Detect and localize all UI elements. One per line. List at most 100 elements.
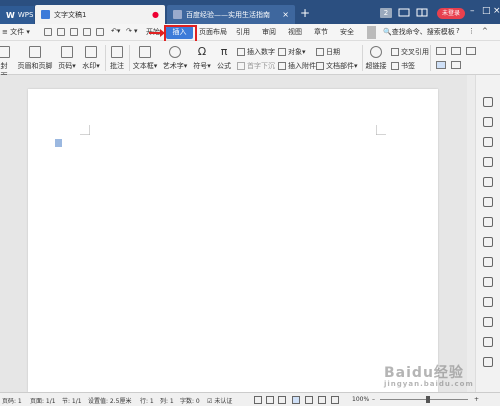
layout-option-3-icon[interactable] (466, 47, 478, 55)
pen-icon[interactable] (483, 97, 493, 107)
fullscreen-icon[interactable] (254, 396, 262, 404)
web-view-icon[interactable] (305, 396, 313, 404)
help-icon[interactable]: ? (456, 27, 460, 35)
status-wordcount[interactable]: 字数: 0 (180, 396, 200, 405)
right-sidebar (475, 75, 500, 392)
close-icon[interactable]: × (282, 10, 289, 19)
print-preview-icon[interactable] (83, 28, 91, 36)
bookmark-button[interactable]: 书签 (391, 61, 415, 71)
more-icon[interactable]: ▾ (134, 27, 138, 35)
vertical-scrollbar[interactable] (467, 75, 475, 392)
reading-mode-icon[interactable] (266, 396, 274, 404)
wordart-button[interactable]: 艺术字▾ (161, 46, 189, 71)
tab-page-layout[interactable]: 页面布局 (199, 27, 227, 37)
new-tab-icon[interactable]: + (300, 7, 310, 19)
page-view-icon[interactable] (292, 396, 300, 404)
skin-icon[interactable] (398, 8, 410, 17)
format-painter-icon[interactable] (96, 28, 104, 36)
export-icon[interactable] (57, 28, 65, 36)
document-canvas (0, 75, 466, 392)
plugin-icon[interactable] (483, 337, 493, 347)
layout-option-4-icon[interactable] (436, 61, 448, 69)
zoom-slider[interactable] (380, 399, 468, 400)
zoom-slider-thumb[interactable] (426, 396, 430, 403)
tab-review[interactable]: 审阅 (262, 27, 276, 37)
textbox-button[interactable]: 文本框▾ (131, 46, 159, 71)
layout-option-1-icon[interactable] (436, 47, 448, 55)
table-icon[interactable] (483, 177, 493, 187)
zoom-in-icon[interactable]: + (474, 396, 479, 403)
print-icon[interactable] (70, 28, 78, 36)
zoom-level[interactable]: 100% (352, 396, 369, 403)
backup-icon[interactable] (483, 317, 493, 327)
comment-button[interactable]: 批注 (108, 46, 126, 71)
doc-parts-button[interactable]: 文档部件 ▾ (316, 61, 358, 71)
document-tools-icon[interactable] (483, 197, 493, 207)
divider (105, 45, 106, 71)
edit-mode-icon[interactable] (278, 396, 286, 404)
notification-badge[interactable]: 2 (380, 8, 392, 18)
close-window-icon[interactable]: × (493, 6, 500, 16)
page-number-button[interactable]: 页码▾ (56, 46, 78, 71)
shapes-icon[interactable] (483, 137, 493, 147)
drop-cap-button[interactable]: 首字下沉 (237, 61, 275, 71)
object-button[interactable]: 对象 ▾ (278, 47, 306, 57)
login-button[interactable]: 未登录 (437, 8, 465, 19)
command-search-label: 查找命令、搜索模板 (391, 28, 455, 36)
settings-icon[interactable]: ⋮ (468, 27, 475, 35)
crossref-button[interactable]: 交叉引用 (391, 47, 429, 57)
tab-document-label: 文字文稿1 (54, 10, 87, 19)
wordart-label: 艺术字 (162, 62, 184, 70)
formula-button[interactable]: π 公式 (214, 46, 234, 71)
eye-protection-icon[interactable] (331, 396, 339, 404)
zoom-out-icon[interactable]: – (372, 396, 375, 403)
comment-panel-icon[interactable] (483, 277, 493, 287)
layout-icon[interactable] (416, 8, 428, 17)
watermark-button[interactable]: 水印▾ (80, 46, 102, 71)
tab-webpage[interactable]: 百度经验——实用生活指南 × (167, 5, 295, 24)
layout-panel-icon[interactable] (483, 257, 493, 267)
layout-option-2-icon[interactable] (451, 47, 463, 55)
annotation-arrow (149, 28, 165, 38)
save-icon[interactable] (44, 28, 52, 36)
document-page[interactable] (28, 89, 438, 392)
select-icon[interactable] (483, 117, 493, 127)
tab-section[interactable]: 章节 (314, 27, 328, 37)
layout-option-5-icon[interactable] (451, 61, 463, 69)
date-button[interactable]: 日期 (316, 47, 340, 57)
tab-wps-label: WPS (17, 11, 34, 19)
scroll-tabs-button[interactable] (367, 26, 376, 39)
tab-document[interactable]: 文字文稿1 ● (35, 5, 165, 24)
doc-parts-icon (316, 62, 324, 70)
maximize-icon[interactable]: □ (482, 6, 491, 16)
tab-webpage-label: 百度经验——实用生活指南 (186, 10, 270, 19)
tab-wps-home[interactable]: W WPS (0, 6, 34, 24)
insert-number-button[interactable]: 插入数字 (237, 47, 275, 57)
command-search[interactable]: 🔍查找命令、搜索模板 (383, 27, 455, 37)
tab-view[interactable]: 视图 (288, 27, 302, 37)
pi-icon: π (220, 45, 228, 58)
number-icon (237, 48, 245, 56)
undo-icon[interactable]: ↶▾ (111, 27, 120, 35)
header-footer-button[interactable]: 页眉和页脚 (16, 46, 54, 71)
formula-label: 公式 (217, 62, 231, 70)
symbol-button[interactable]: Ω 符号▾ (191, 46, 213, 71)
minimize-icon[interactable]: – (470, 6, 475, 16)
divider (362, 45, 363, 71)
outline-view-icon[interactable] (318, 396, 326, 404)
tab-security[interactable]: 安全 (340, 27, 354, 37)
help-panel-icon[interactable] (483, 357, 493, 367)
translate-icon[interactable] (483, 237, 493, 247)
style-icon[interactable] (483, 157, 493, 167)
image-icon[interactable] (483, 297, 493, 307)
file-menu[interactable]: ≡ 文件 ▾ (2, 27, 30, 37)
close-icon[interactable]: ● (152, 10, 159, 19)
attachment-button[interactable]: 插入附件 (278, 61, 316, 71)
bookmark-icon (391, 62, 399, 70)
tab-references[interactable]: 引用 (236, 27, 250, 37)
redo-icon[interactable]: ↷ (126, 27, 132, 35)
collapse-ribbon-icon[interactable]: ^ (482, 27, 488, 35)
share-icon[interactable] (483, 217, 493, 227)
status-spellcheck[interactable]: ☑ 未认证 (207, 396, 232, 405)
hyperlink-button[interactable]: 超链接 (365, 46, 387, 71)
